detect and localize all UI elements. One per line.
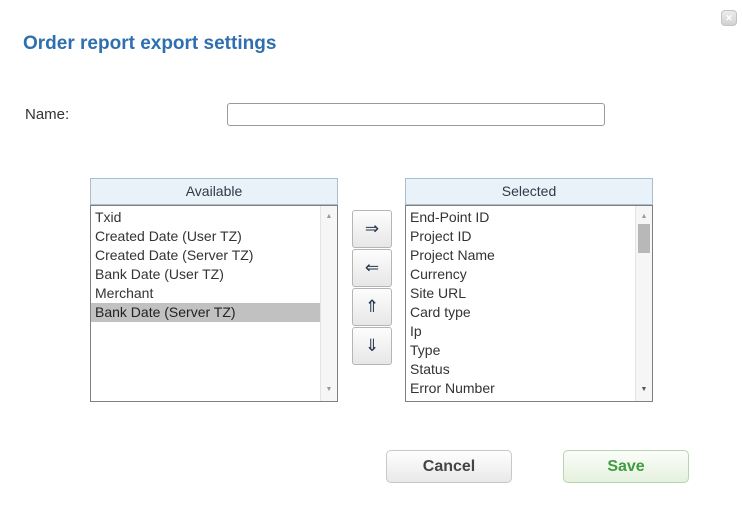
move-right-icon[interactable]: ⇒ [352,210,392,248]
list-item[interactable]: Ip [406,322,635,341]
move-left-icon[interactable]: ⇐ [352,249,392,287]
order-report-export-settings-dialog: ✕ Order report export settings Name: Ava… [0,0,742,531]
list-item[interactable]: Txid [91,208,320,227]
name-label: Name: [25,106,69,123]
list-item[interactable]: Status [406,360,635,379]
selected-list-items: End-Point IDProject IDProject NameCurren… [406,206,635,401]
list-item[interactable]: Type [406,341,635,360]
scroll-up-icon[interactable]: ▲ [636,210,652,224]
cancel-button[interactable]: Cancel [386,450,512,483]
dialog-title: Order report export settings [23,33,276,55]
scroll-up-icon[interactable]: ▲ [321,210,337,224]
available-list-items: TxidCreated Date (User TZ)Created Date (… [91,206,320,401]
list-item[interactable]: Created Date (Server TZ) [91,246,320,265]
selected-list-header: Selected [405,178,653,205]
scroll-down-icon[interactable]: ▼ [321,383,337,397]
list-item[interactable]: Bank Date (Server TZ) [91,303,320,322]
list-item[interactable]: Project Name [406,246,635,265]
move-up-icon[interactable]: ⇑ [352,288,392,326]
list-item[interactable]: Bank Date (User TZ) [91,265,320,284]
close-icon[interactable]: ✕ [721,10,737,26]
save-button[interactable]: Save [563,450,689,483]
name-input[interactable] [227,103,605,126]
scroll-down-icon[interactable]: ▼ [636,383,652,397]
list-item[interactable]: Created Date (User TZ) [91,227,320,246]
list-item[interactable]: Currency [406,265,635,284]
available-list-header: Available [90,178,338,205]
list-item[interactable]: End-Point ID [406,208,635,227]
list-item[interactable]: Card type [406,303,635,322]
scrollbar-thumb[interactable] [638,224,650,253]
selected-listbox[interactable]: End-Point IDProject IDProject NameCurren… [405,205,653,402]
list-item[interactable]: Site URL [406,284,635,303]
list-item[interactable]: Error Number [406,379,635,398]
move-down-icon[interactable]: ⇓ [352,327,392,365]
available-scrollbar[interactable]: ▲ ▼ [320,206,337,401]
selected-scrollbar[interactable]: ▲ ▼ [635,206,652,401]
list-item[interactable]: Project ID [406,227,635,246]
available-listbox[interactable]: TxidCreated Date (User TZ)Created Date (… [90,205,338,402]
list-item[interactable]: Merchant [91,284,320,303]
